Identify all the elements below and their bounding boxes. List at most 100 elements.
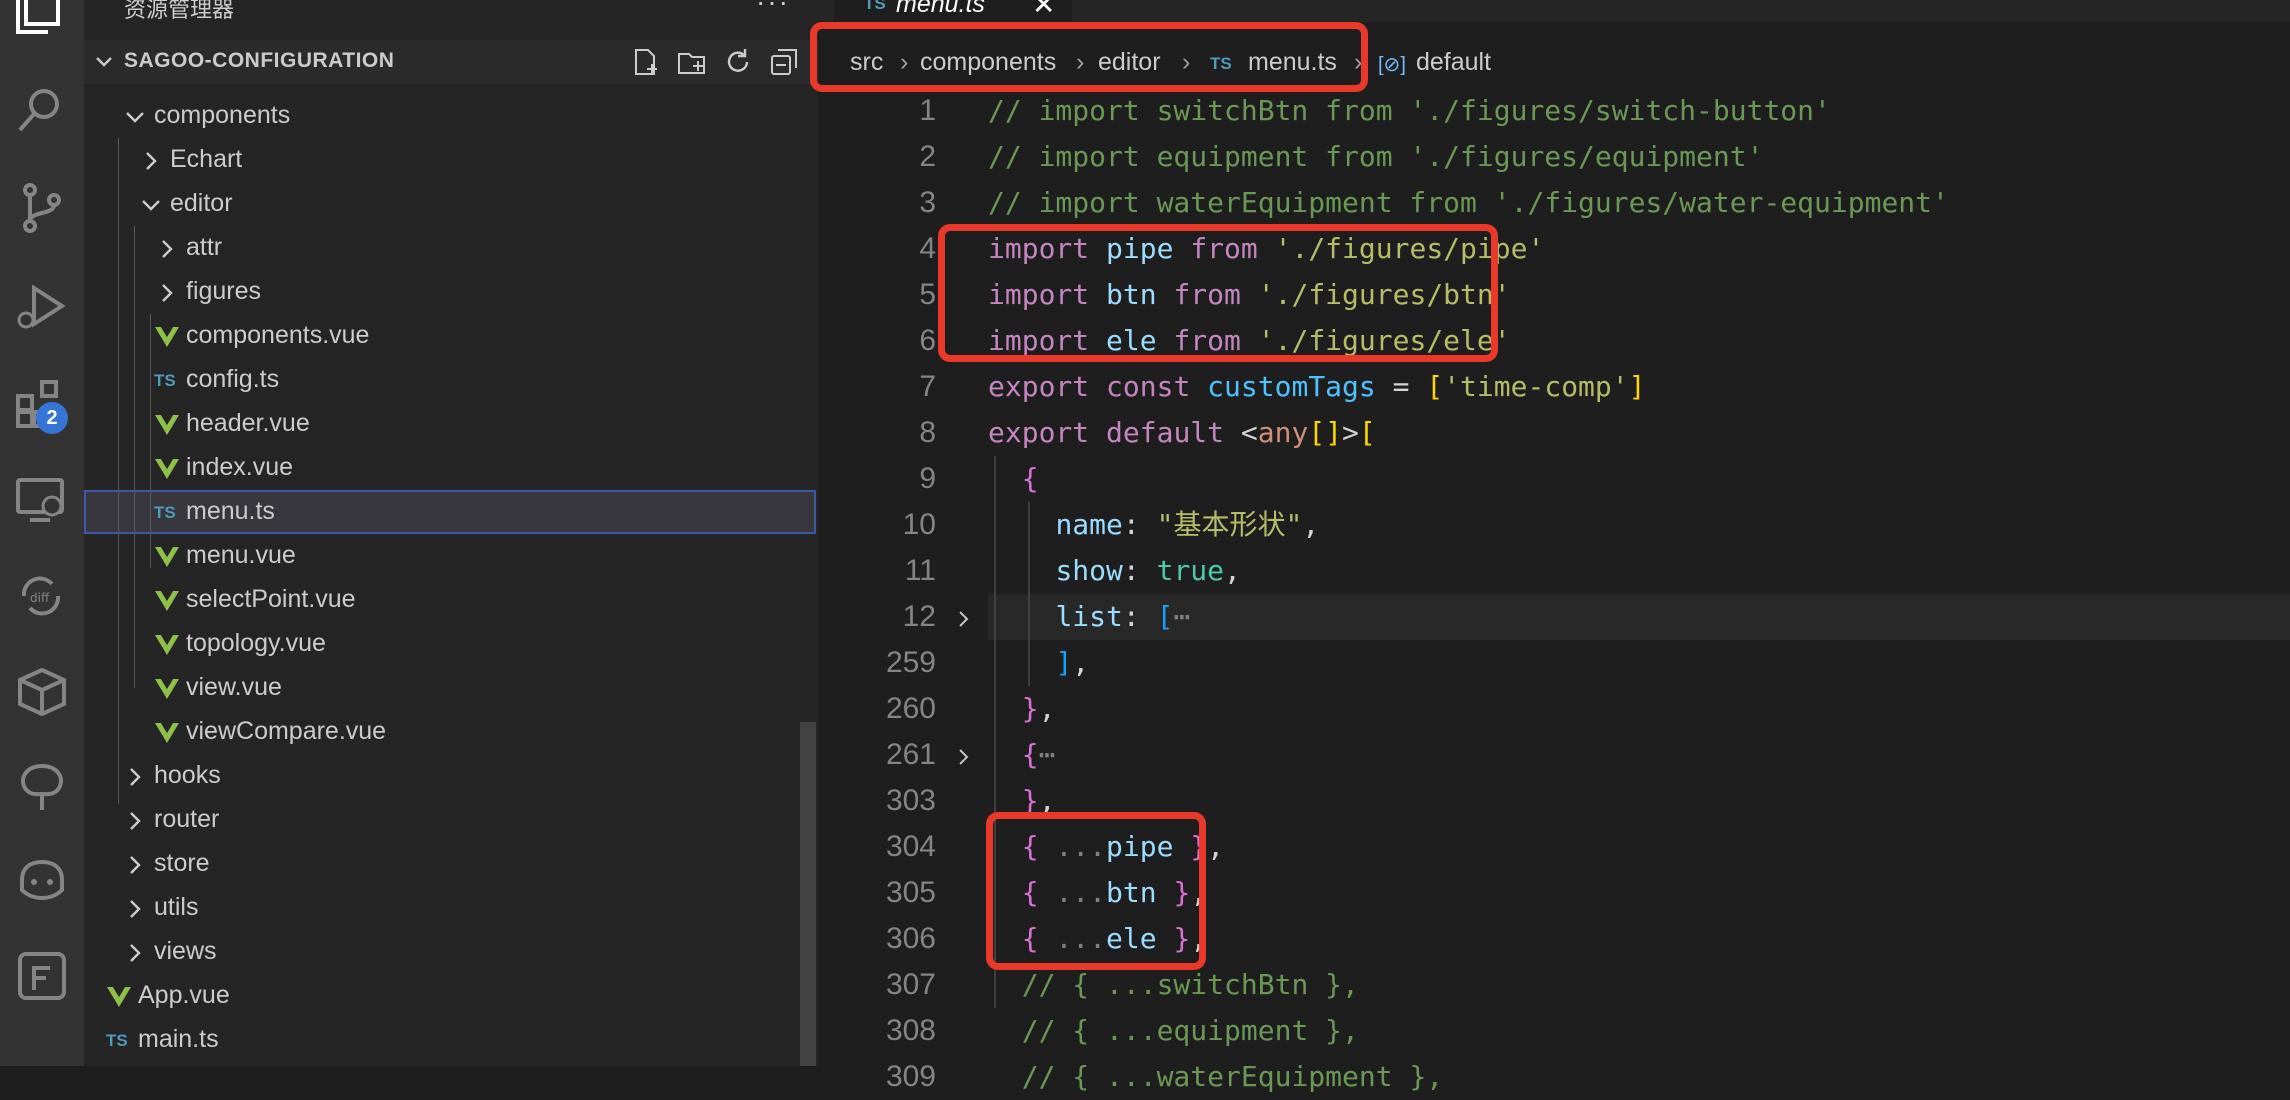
code-line[interactable]: 9 { bbox=[818, 456, 2290, 502]
tree-item-label: menu.vue bbox=[186, 541, 296, 569]
file-item[interactable]: selectPoint.vue bbox=[84, 578, 816, 622]
tree-icon[interactable] bbox=[12, 756, 72, 816]
activity-bar: 2 diff bbox=[0, 0, 84, 1066]
folder-item[interactable]: editor bbox=[84, 182, 816, 226]
code-line[interactable]: 12 list: [⋯ bbox=[818, 594, 2290, 640]
fold-chevron-icon[interactable] bbox=[952, 605, 976, 629]
code-line[interactable]: 11 show: true, bbox=[818, 548, 2290, 594]
folder-item[interactable]: attr bbox=[84, 226, 816, 270]
line-number: 2 bbox=[919, 140, 936, 173]
tab-bar: TS menu.ts ✕ bbox=[818, 0, 2290, 22]
code-line[interactable]: 10 name: "基本形状", bbox=[818, 502, 2290, 548]
extensions-badge: 2 bbox=[36, 402, 68, 434]
code-line[interactable]: 3 // import waterEquipment from './figure… bbox=[818, 180, 2290, 226]
line-number: 11 bbox=[904, 554, 936, 587]
more-actions-button[interactable]: ··· bbox=[756, 0, 790, 18]
folder-item[interactable]: Echart bbox=[84, 138, 816, 182]
code-line[interactable]: 260 }, bbox=[818, 686, 2290, 732]
code-line[interactable]: 8 export default <any[]>[ bbox=[818, 410, 2290, 456]
vue-file-icon bbox=[154, 720, 180, 746]
refresh-button[interactable] bbox=[722, 46, 754, 78]
line-number: 10 bbox=[902, 508, 936, 541]
chevron-down-icon bbox=[96, 57, 112, 67]
package-icon[interactable] bbox=[12, 662, 72, 722]
line-number: 307 bbox=[885, 968, 936, 1001]
explorer-sidebar: 资源管理器 ··· SAGOO-CONFIGURATION assets comp… bbox=[84, 0, 818, 1066]
folder-item[interactable]: hooks bbox=[84, 754, 816, 798]
folder-item[interactable]: views bbox=[84, 930, 816, 974]
code-line[interactable]: 1 // import switchBtn from './figures/swi… bbox=[818, 88, 2290, 134]
new-file-button[interactable] bbox=[630, 46, 662, 78]
folder-item[interactable]: router bbox=[84, 798, 816, 842]
framework-icon[interactable] bbox=[12, 946, 72, 1006]
search-icon[interactable] bbox=[12, 80, 72, 140]
fold-chevron-icon[interactable] bbox=[952, 743, 976, 767]
tree-item-label: views bbox=[154, 937, 217, 965]
folder-item[interactable]: store bbox=[84, 842, 816, 886]
file-item[interactable]: topology.vue bbox=[84, 622, 816, 666]
annotation-box-imports bbox=[938, 224, 1498, 362]
code-text: // import switchBtn from './figures/swit… bbox=[988, 94, 1831, 127]
chevron-right-icon bbox=[122, 808, 148, 834]
diff-icon[interactable]: diff bbox=[12, 566, 72, 626]
code-text: export const customTags = ['time-comp'] bbox=[988, 370, 1646, 403]
project-header[interactable]: SAGOO-CONFIGURATION bbox=[84, 40, 818, 84]
line-number: 261 bbox=[885, 738, 936, 771]
file-item[interactable]: App.vue bbox=[84, 974, 816, 1018]
new-folder-button[interactable] bbox=[676, 46, 708, 78]
code-line[interactable]: 309 // { ...waterEquipment }, bbox=[818, 1054, 2290, 1100]
collapse-all-button[interactable] bbox=[768, 46, 800, 78]
tab-label: menu.ts bbox=[896, 0, 985, 18]
chevron-right-icon bbox=[122, 896, 148, 922]
explorer-icon[interactable] bbox=[12, 0, 72, 38]
file-item[interactable]: TS menu.ts bbox=[84, 490, 816, 534]
breadcrumb-symbol[interactable]: default bbox=[1416, 48, 1491, 77]
line-number: 12 bbox=[902, 600, 936, 633]
code-line[interactable]: 2 // import equipment from './figures/equ… bbox=[818, 134, 2290, 180]
remote-explorer-icon[interactable] bbox=[12, 470, 72, 530]
line-number: 303 bbox=[885, 784, 936, 817]
file-item[interactable]: header.vue bbox=[84, 402, 816, 446]
code-text: // { ...equipment }, bbox=[1021, 1014, 1359, 1047]
chevron-right-icon bbox=[122, 940, 148, 966]
file-item[interactable]: TS main.ts bbox=[84, 1018, 816, 1062]
folder-item[interactable]: figures bbox=[84, 270, 816, 314]
code-line[interactable]: 261 {⋯ bbox=[818, 732, 2290, 778]
tab-menu-ts[interactable]: TS menu.ts ✕ bbox=[834, 0, 1072, 22]
file-item[interactable]: menu.vue bbox=[84, 534, 816, 578]
tree-item-label: store bbox=[154, 849, 210, 877]
folder-item[interactable]: utils bbox=[84, 886, 816, 930]
chevron-right-icon bbox=[138, 148, 164, 174]
run-debug-icon[interactable] bbox=[12, 276, 72, 336]
code-text: name: "基本形状", bbox=[1055, 508, 1320, 541]
file-item[interactable]: index.vue bbox=[84, 446, 816, 490]
annotation-box-spreads bbox=[986, 812, 1206, 970]
chevron-right-icon bbox=[154, 280, 180, 306]
line-number: 305 bbox=[885, 876, 936, 909]
code-line[interactable]: 7 export const customTags = ['time-comp'] bbox=[818, 364, 2290, 410]
folder-item[interactable]: assets bbox=[84, 84, 816, 94]
copilot-icon[interactable] bbox=[12, 850, 72, 910]
tree-item-label: index.vue bbox=[186, 453, 294, 481]
file-tree: assets components Echart editor attr figures c… bbox=[84, 84, 818, 1066]
code-line[interactable]: 259 ], bbox=[818, 640, 2290, 686]
close-icon[interactable]: ✕ bbox=[1032, 0, 1055, 21]
folder-item[interactable]: components bbox=[84, 94, 816, 138]
code-text: export default <any[]>[ bbox=[988, 416, 1376, 449]
line-number: 1 bbox=[919, 94, 936, 127]
code-line[interactable]: 308 // { ...equipment }, bbox=[818, 1008, 2290, 1054]
source-control-icon[interactable] bbox=[12, 178, 72, 238]
file-item[interactable]: TS config.ts bbox=[84, 358, 816, 402]
symbol-variable-icon: [⊘] bbox=[1378, 54, 1406, 76]
chevron-right-icon bbox=[122, 852, 148, 878]
sidebar-scrollbar[interactable] bbox=[800, 722, 816, 1066]
vue-file-icon bbox=[154, 456, 180, 482]
tree-item-label: App.vue bbox=[138, 981, 230, 1009]
line-number: 6 bbox=[919, 324, 936, 357]
file-item[interactable]: view.vue bbox=[84, 666, 816, 710]
file-item[interactable]: viewCompare.vue bbox=[84, 710, 816, 754]
file-item[interactable]: components.vue bbox=[84, 314, 816, 358]
tree-item-label: editor bbox=[170, 189, 233, 217]
chevron-down-icon bbox=[122, 104, 148, 130]
collapse-all-icon bbox=[771, 49, 797, 75]
